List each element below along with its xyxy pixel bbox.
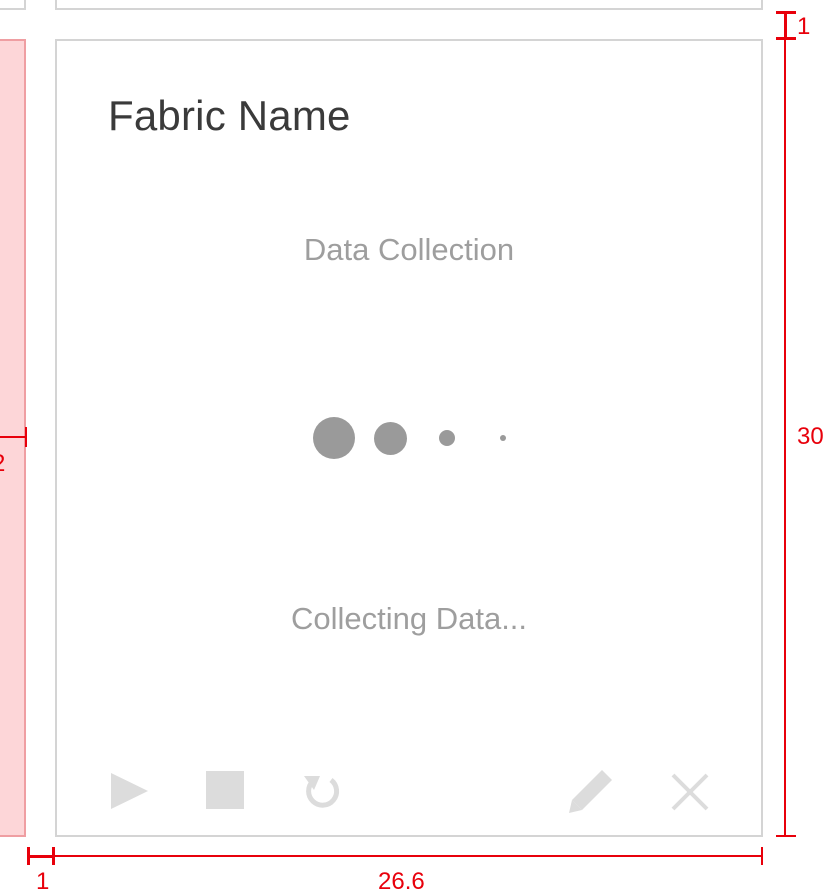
adjacent-panel-top-left [0,0,26,10]
left-spacing-highlight [0,39,26,837]
close-icon [671,773,709,811]
height-tick-bottom [776,835,796,837]
left-dimension-tick [25,427,27,447]
bottom-gap-tick-left [27,847,30,865]
bottom-gap-label: 1 [36,868,50,895]
loading-dots-icon [312,416,512,462]
refresh-icon [304,776,340,808]
width-dimension-line [55,855,763,857]
top-gap-label: 1 [797,13,811,40]
width-label: 26.6 [378,868,425,895]
height-dimension-line [784,39,786,837]
left-partial-label: 2 [0,450,5,478]
top-gap-dimension-line [784,12,787,39]
loading-dot-2 [374,422,407,455]
pencil-icon [569,770,612,813]
width-tick-right [761,847,763,865]
play-button[interactable] [108,770,150,812]
bottom-gap-dimension-line [27,855,55,858]
stop-icon [206,771,244,809]
delete-button[interactable] [670,772,710,812]
edit-button[interactable] [568,768,614,814]
top-gap-tick-top [776,11,796,14]
loading-dot-3 [439,430,455,446]
top-gap-tick-bottom [776,37,796,40]
refresh-button[interactable] [300,768,344,812]
left-dimension-line [0,436,26,438]
stop-button[interactable] [205,770,245,810]
height-label: 30 [797,423,824,450]
status-text: Collecting Data... [290,601,528,636]
section-title: Data Collection [303,232,515,267]
adjacent-card-top [55,0,763,10]
fabric-title: Fabric Name [108,92,351,139]
loading-dot-1 [313,417,355,459]
loading-dot-4 [500,435,506,441]
play-icon [111,773,148,809]
